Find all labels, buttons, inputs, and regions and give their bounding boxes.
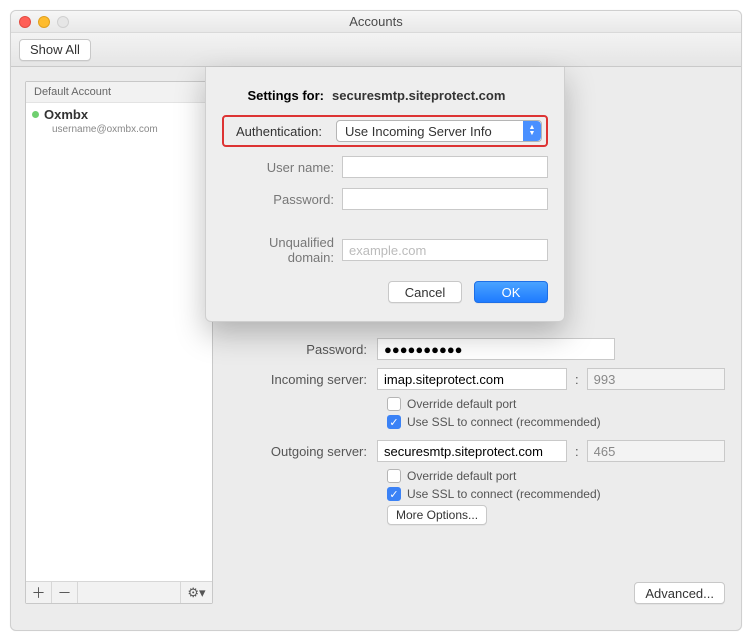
cancel-button[interactable]: Cancel	[388, 281, 462, 303]
sidebar-footbar: ＋ － ⚙︎▾	[26, 581, 212, 603]
settings-for-label: Settings for:	[222, 88, 332, 103]
minimize-icon[interactable]	[38, 16, 50, 28]
accounts-sidebar: Default Account Oxmbx username@oxmbx.com…	[25, 81, 213, 604]
unqualified-domain-field[interactable]	[342, 239, 548, 261]
authentication-highlight: Authentication: Use Incoming Server Info…	[222, 115, 548, 147]
incoming-override-port-label: Override default port	[407, 397, 516, 411]
outgoing-override-port-checkbox[interactable]	[387, 469, 401, 483]
more-options-button[interactable]: More Options...	[387, 505, 487, 525]
smtp-username-label: User name:	[222, 160, 342, 175]
account-name: Oxmbx	[44, 107, 88, 122]
accounts-window: Accounts Show All Default Account Oxmbx …	[10, 10, 742, 631]
port-separator: :	[567, 444, 587, 459]
chevron-updown-icon: ▲▼	[523, 121, 541, 141]
smtp-username-field[interactable]	[342, 156, 548, 178]
outgoing-server-field[interactable]	[377, 440, 567, 462]
window-title: Accounts	[349, 14, 402, 29]
account-actions-menu[interactable]: ⚙︎▾	[180, 582, 212, 603]
authentication-value: Use Incoming Server Info	[345, 124, 492, 139]
smtp-password-label: Password:	[222, 192, 342, 207]
incoming-server-label: Incoming server:	[227, 372, 377, 387]
zoom-icon	[57, 16, 69, 28]
port-separator: :	[567, 372, 587, 387]
settings-for-value: securesmtp.siteprotect.com	[332, 88, 505, 103]
outgoing-port-field[interactable]	[587, 440, 725, 462]
outgoing-server-label: Outgoing server:	[227, 444, 377, 459]
incoming-ssl-checkbox[interactable]: ✓	[387, 415, 401, 429]
titlebar: Accounts	[11, 11, 741, 33]
password-field[interactable]	[377, 338, 615, 360]
unqualified-domain-label: Unqualified domain:	[222, 235, 342, 265]
password-label: Password:	[227, 342, 377, 357]
incoming-override-port-checkbox[interactable]	[387, 397, 401, 411]
account-item[interactable]: Oxmbx	[26, 103, 212, 124]
remove-account-button[interactable]: －	[52, 582, 78, 603]
smtp-password-field[interactable]	[342, 188, 548, 210]
status-dot-icon	[32, 111, 39, 118]
show-all-button[interactable]: Show All	[19, 39, 91, 61]
sidebar-header: Default Account	[26, 82, 212, 103]
outgoing-ssl-checkbox[interactable]: ✓	[387, 487, 401, 501]
add-account-button[interactable]: ＋	[26, 582, 52, 603]
smtp-settings-sheet: Settings for: securesmtp.siteprotect.com…	[205, 67, 565, 322]
authentication-select[interactable]: Use Incoming Server Info ▲▼	[336, 120, 542, 142]
outgoing-ssl-label: Use SSL to connect (recommended)	[407, 487, 601, 501]
incoming-server-field[interactable]	[377, 368, 567, 390]
ok-button[interactable]: OK	[474, 281, 548, 303]
close-icon[interactable]	[19, 16, 31, 28]
incoming-port-field[interactable]	[587, 368, 725, 390]
incoming-ssl-label: Use SSL to connect (recommended)	[407, 415, 601, 429]
authentication-label: Authentication:	[228, 124, 330, 139]
traffic-lights	[19, 16, 69, 28]
account-email: username@oxmbx.com	[26, 124, 212, 135]
toolbar: Show All	[11, 33, 741, 67]
outgoing-override-port-label: Override default port	[407, 469, 516, 483]
advanced-button[interactable]: Advanced...	[634, 582, 725, 604]
